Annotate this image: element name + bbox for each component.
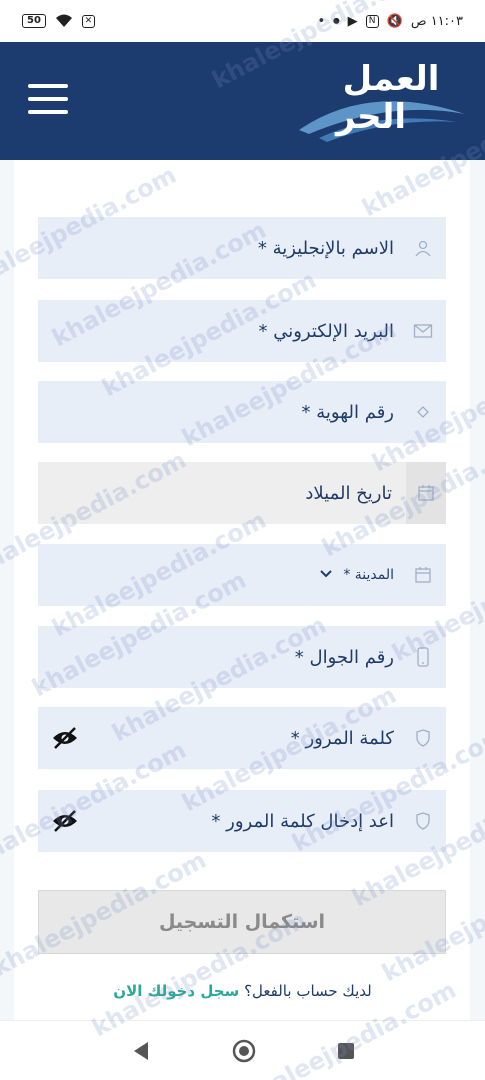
login-prompt-text: لديك حساب بالفعل؟	[244, 982, 372, 1000]
login-prompt-line: لديك حساب بالفعل؟ سجل دخولك الان	[0, 982, 485, 1000]
content-area: الاسم بالإنجليزية * البريد الإلكتروني * …	[0, 160, 485, 1020]
menu-button[interactable]	[28, 84, 68, 114]
id-number-field[interactable]: رقم الهوية *	[38, 381, 446, 443]
logo: العمل الحر	[299, 59, 465, 142]
city-select[interactable]: المدينة *	[38, 544, 446, 606]
dot-icon: •	[317, 13, 326, 29]
eye-slash-icon[interactable]	[52, 809, 78, 833]
menu-bar-icon	[28, 110, 68, 114]
birthdate-field[interactable]: تاريخ الميلاد	[38, 462, 446, 524]
shield-icon	[412, 810, 434, 832]
play-icon: ▶	[347, 13, 358, 29]
status-right: • ⏺ ▶ N 🔇 ١١:٠٣ ص	[317, 14, 463, 29]
phone-icon	[412, 646, 434, 668]
mail-icon	[412, 320, 434, 342]
confirm-password-label: اعد إدخال كلمة المرور *	[211, 810, 394, 832]
id-number-label: رقم الهوية *	[301, 401, 394, 423]
shield-icon	[412, 727, 434, 749]
eye-slash-icon[interactable]	[52, 726, 78, 750]
mute-icon: 🔇	[386, 13, 403, 29]
svg-text:الحر: الحر	[334, 97, 406, 137]
system-nav-bar	[0, 1020, 485, 1080]
home-icon[interactable]	[231, 1038, 257, 1064]
menu-bar-icon	[28, 97, 68, 101]
id-card-icon	[412, 401, 434, 423]
english-name-label: الاسم بالإنجليزية *	[257, 237, 394, 259]
birthdate-label: تاريخ الميلاد	[305, 482, 392, 504]
nfc-icon: N	[365, 14, 379, 28]
password-field[interactable]: كلمة المرور *	[38, 707, 446, 769]
user-icon	[412, 237, 434, 259]
close-box-icon: ✕	[81, 14, 95, 28]
mobile-field[interactable]: رقم الجوال *	[38, 626, 446, 688]
svg-text:العمل: العمل	[343, 59, 440, 99]
mobile-label: رقم الجوال *	[294, 646, 394, 668]
password-label: كلمة المرور *	[290, 727, 394, 749]
email-field[interactable]: البريد الإلكتروني *	[38, 300, 446, 362]
menu-bar-icon	[28, 84, 68, 88]
calendar-icon	[406, 462, 446, 524]
back-icon[interactable]	[130, 1040, 152, 1062]
chevron-down-icon[interactable]	[319, 567, 333, 583]
battery-icon: 50	[22, 14, 46, 28]
confirm-password-field[interactable]: اعد إدخال كلمة المرور *	[38, 790, 446, 852]
app-header: العمل الحر	[0, 42, 485, 160]
status-bar: 50 ✕ • ⏺ ▶ N 🔇 ١١:٠٣ ص	[0, 0, 485, 42]
english-name-field[interactable]: الاسم بالإنجليزية *	[38, 217, 446, 279]
city-label: المدينة *	[343, 567, 394, 583]
complete-registration-button[interactable]: استكمال التسجيل	[38, 890, 446, 954]
status-time: ١١:٠٣ ص	[410, 13, 463, 29]
email-label: البريد الإلكتروني *	[258, 320, 394, 342]
login-link[interactable]: سجل دخولك الان	[113, 982, 239, 1000]
calendar-icon	[412, 564, 434, 586]
record-icon: ⏺	[333, 13, 340, 29]
status-left: 50 ✕	[22, 13, 95, 29]
wifi-icon	[55, 14, 72, 27]
recents-icon[interactable]	[336, 1041, 356, 1061]
